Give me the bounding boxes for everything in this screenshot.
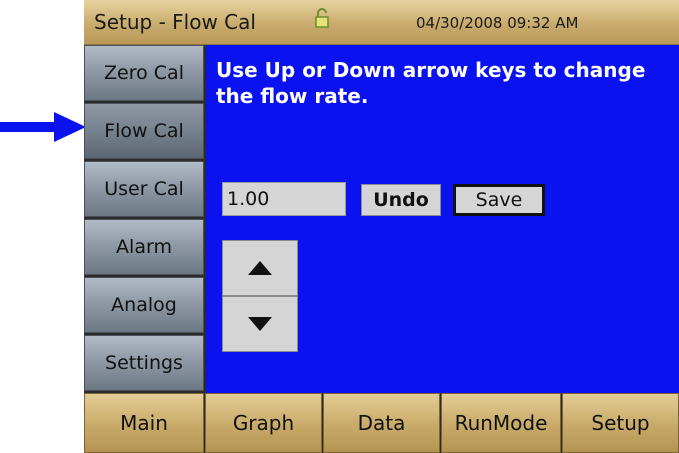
down-triangle-icon <box>248 317 272 331</box>
tab-data[interactable]: Data <box>323 393 440 453</box>
undo-button[interactable]: Undo <box>361 184 441 216</box>
save-button[interactable]: Save <box>453 184 545 216</box>
pointer-arrow-icon <box>0 112 86 142</box>
up-triangle-icon <box>248 261 272 275</box>
device-screen: Setup - Flow Cal 04/30/2008 09:32 AM Zer… <box>84 0 679 453</box>
tab-main[interactable]: Main <box>84 393 204 453</box>
sidebar-item-user-cal[interactable]: User Cal <box>84 161 204 217</box>
unlocked-padlock-icon <box>315 8 329 28</box>
flow-rate-field[interactable]: 1.00 <box>222 182 346 216</box>
sidebar-item-alarm[interactable]: Alarm <box>84 219 204 275</box>
sidebar-item-zero-cal[interactable]: Zero Cal <box>84 45 204 101</box>
tab-setup[interactable]: Setup <box>562 393 679 453</box>
sidebar-item-flow-cal[interactable]: Flow Cal <box>84 103 204 159</box>
tab-runmode[interactable]: RunMode <box>441 393 561 453</box>
instruction-text: Use Up or Down arrow keys to change the … <box>216 58 646 108</box>
title-bar: Setup - Flow Cal 04/30/2008 09:32 AM <box>84 0 679 45</box>
tab-graph[interactable]: Graph <box>205 393 322 453</box>
down-arrow-button[interactable] <box>222 296 298 352</box>
screen-title: Setup - Flow Cal <box>94 10 256 34</box>
bottom-nav: Main Graph Data RunMode Setup <box>84 393 679 453</box>
main-panel: Use Up or Down arrow keys to change the … <box>206 45 679 393</box>
sidebar-item-settings[interactable]: Settings <box>84 335 204 391</box>
sidebar: Zero Cal Flow Cal User Cal Alarm Analog … <box>84 45 206 393</box>
datetime: 04/30/2008 09:32 AM <box>416 14 579 32</box>
sidebar-item-analog[interactable]: Analog <box>84 277 204 333</box>
up-arrow-button[interactable] <box>222 240 298 296</box>
